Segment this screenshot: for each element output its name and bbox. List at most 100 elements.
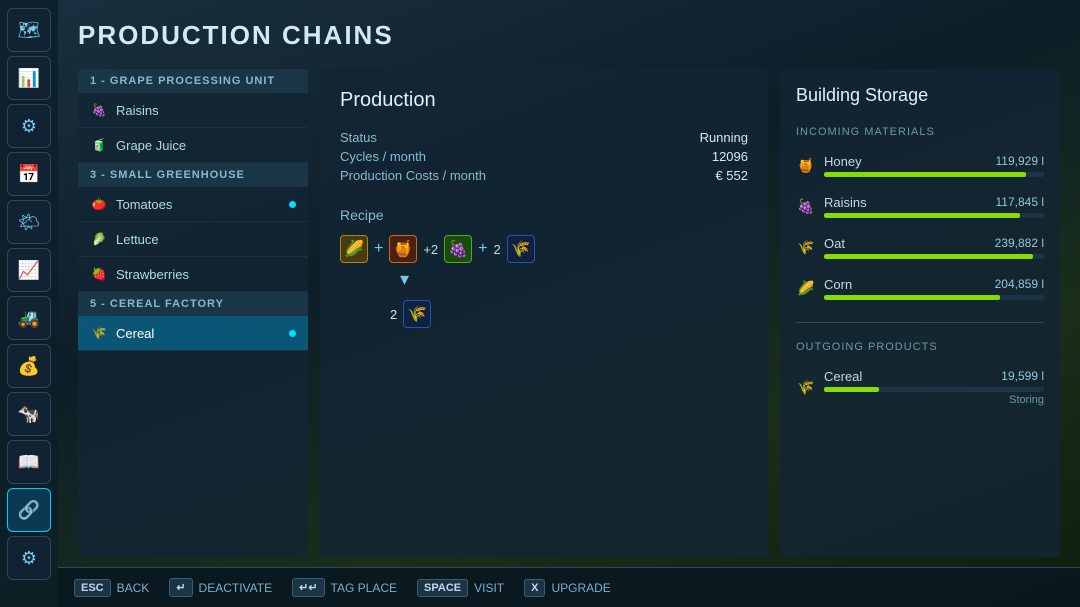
- stat-status: Status Running: [340, 130, 748, 145]
- oat-storage-icon: 🌾: [796, 238, 816, 258]
- raisins-name-row: Raisins 117,845 l: [824, 195, 1044, 210]
- tomatoes-dot: [289, 201, 296, 208]
- cereal-storage-name: Cereal: [824, 369, 862, 384]
- sidebar-item-tractor[interactable]: 🚜: [7, 296, 51, 340]
- sidebar-item-weather[interactable]: 🌤: [7, 200, 51, 244]
- tomatoes-icon: 🍅: [90, 195, 108, 213]
- sidebar-item-chains[interactable]: 🔗: [7, 488, 51, 532]
- oat-amount: 239,882 l: [995, 236, 1044, 251]
- production-stats: Status Running Cycles / month 12096 Prod…: [340, 130, 748, 183]
- main-content: PRODUCTION CHAINS 1 - GRAPE PROCESSING U…: [58, 0, 1080, 567]
- oat-recipe-icon: 🌾: [507, 235, 535, 263]
- chain-item-raisins[interactable]: 🍇 Raisins: [78, 93, 308, 128]
- raisins-label: Raisins: [116, 103, 159, 118]
- cereal-status: Storing: [824, 394, 1044, 406]
- corn-bar-bg: [824, 295, 1044, 300]
- chains-panel: 1 - GRAPE PROCESSING UNIT 🍇 Raisins 🧃 Gr…: [78, 69, 308, 557]
- esc-badge: ESC: [74, 579, 111, 597]
- chain-item-lettuce[interactable]: 🥬 Lettuce: [78, 222, 308, 257]
- sidebar-item-stats[interactable]: 📊: [7, 56, 51, 100]
- sidebar-item-production[interactable]: ⚙: [7, 104, 51, 148]
- recipe-section: Recipe 🌽 + 🍯 +2 🍇 + 2 �: [340, 207, 748, 328]
- chain-item-strawberries[interactable]: 🍓 Strawberries: [78, 257, 308, 292]
- storage-item-oat: 🌾 Oat 239,882 l: [796, 236, 1044, 259]
- strawberries-label: Strawberries: [116, 267, 189, 282]
- plus-1: +: [374, 240, 383, 258]
- visit-label: VISIT: [474, 581, 504, 595]
- corn-info: Corn 204,859 l: [824, 277, 1044, 300]
- grape-juice-label: Grape Juice: [116, 138, 186, 153]
- amount-2: +2: [423, 242, 438, 257]
- sidebar-item-calendar[interactable]: 📅: [7, 152, 51, 196]
- bottom-bar: ESC BACK ↵ DEACTIVATE ↵↵ TAG PLACE SPACE…: [58, 567, 1080, 607]
- recipe-output: 2 🌾: [340, 300, 748, 328]
- cereal-name-row: Cereal 19,599 l: [824, 369, 1044, 384]
- costs-label: Production Costs / month: [340, 168, 486, 183]
- cereal-amount: 19,599 l: [1001, 369, 1044, 384]
- hotkey-upgrade: X UPGRADE: [524, 579, 611, 597]
- storage-divider: [796, 322, 1044, 323]
- oat-name-row: Oat 239,882 l: [824, 236, 1044, 251]
- costs-value: € 552: [715, 168, 748, 183]
- production-title: Production: [340, 89, 748, 112]
- honey-name-row: Honey 119,929 l: [824, 154, 1044, 169]
- output-amount: 2: [390, 307, 397, 322]
- corn-storage-icon: 🌽: [796, 279, 816, 299]
- hotkey-visit: SPACE VISIT: [417, 579, 504, 597]
- raisins-storage-name: Raisins: [824, 195, 867, 210]
- raisins-info: Raisins 117,845 l: [824, 195, 1044, 218]
- corn-name-row: Corn 204,859 l: [824, 277, 1044, 292]
- storage-panel: Building Storage INCOMING MATERIALS 🍯 Ho…: [780, 69, 1060, 557]
- chain-item-cereal[interactable]: 🌾 Cereal: [78, 316, 308, 351]
- lettuce-icon: 🥬: [90, 230, 108, 248]
- hotkey-tag: ↵↵ TAG PLACE: [292, 578, 397, 597]
- honey-icon: 🍯: [796, 156, 816, 176]
- sidebar-item-book[interactable]: 📖: [7, 440, 51, 484]
- arrow-down-icon: ▾: [400, 269, 748, 290]
- cereal-bar-bg: [824, 387, 1044, 392]
- page-title: PRODUCTION CHAINS: [78, 20, 1060, 51]
- storage-item-cereal: 🌾 Cereal 19,599 l Storing: [796, 369, 1044, 406]
- sidebar-item-map[interactable]: 🗺: [7, 8, 51, 52]
- deactivate-badge: ↵: [169, 578, 192, 597]
- recipe-row: 🌽 + 🍯 +2 🍇 + 2 🌾: [340, 235, 748, 263]
- recipe-item-oat: 🌾: [507, 235, 535, 263]
- sidebar-item-settings[interactable]: ⚙: [7, 536, 51, 580]
- storage-item-honey: 🍯 Honey 119,929 l: [796, 154, 1044, 177]
- stat-costs: Production Costs / month € 552: [340, 168, 748, 183]
- raisins-amount: 117,845 l: [996, 195, 1045, 210]
- lettuce-label: Lettuce: [116, 232, 159, 247]
- upgrade-badge: X: [524, 579, 545, 597]
- honey-recipe-icon: 🍯: [389, 235, 417, 263]
- oat-info: Oat 239,882 l: [824, 236, 1044, 259]
- deactivate-label: DEACTIVATE: [199, 581, 273, 595]
- chain-item-tomatoes[interactable]: 🍅 Tomatoes: [78, 187, 308, 222]
- production-panel: Production Status Running Cycles / month…: [320, 69, 768, 557]
- sidebar-item-chart[interactable]: 📈: [7, 248, 51, 292]
- chain-group-3: 3 - SMALL GREENHOUSE: [78, 163, 308, 187]
- tomatoes-label: Tomatoes: [116, 197, 172, 212]
- status-label: Status: [340, 130, 377, 145]
- content-row: 1 - GRAPE PROCESSING UNIT 🍇 Raisins 🧃 Gr…: [78, 69, 1060, 557]
- cereal-storage-icon: 🌾: [796, 378, 816, 398]
- honey-bar-bg: [824, 172, 1044, 177]
- chain-group-5: 5 - CEREAL FACTORY: [78, 292, 308, 316]
- cereal-dot: [289, 330, 296, 337]
- sidebar-item-animals[interactable]: 🐄: [7, 392, 51, 436]
- recipe-item-raisins: 🍇: [444, 235, 472, 263]
- raisins-bar-fill: [824, 213, 1020, 218]
- corn-bar-fill: [824, 295, 1000, 300]
- hotkey-esc: ESC BACK: [74, 579, 149, 597]
- esc-label: BACK: [117, 581, 150, 595]
- sidebar-item-money[interactable]: 💰: [7, 344, 51, 388]
- chain-item-grape-juice[interactable]: 🧃 Grape Juice: [78, 128, 308, 163]
- raisins-icon: 🍇: [90, 101, 108, 119]
- plus-2: +: [478, 240, 487, 258]
- recipe-item-corn: 🌽: [340, 235, 368, 263]
- hotkey-deactivate: ↵ DEACTIVATE: [169, 578, 272, 597]
- cereal-icon: 🌾: [90, 324, 108, 342]
- chain-group-1: 1 - GRAPE PROCESSING UNIT: [78, 69, 308, 93]
- raisins-storage-icon: 🍇: [796, 197, 816, 217]
- oat-bar-bg: [824, 254, 1044, 259]
- honey-info: Honey 119,929 l: [824, 154, 1044, 177]
